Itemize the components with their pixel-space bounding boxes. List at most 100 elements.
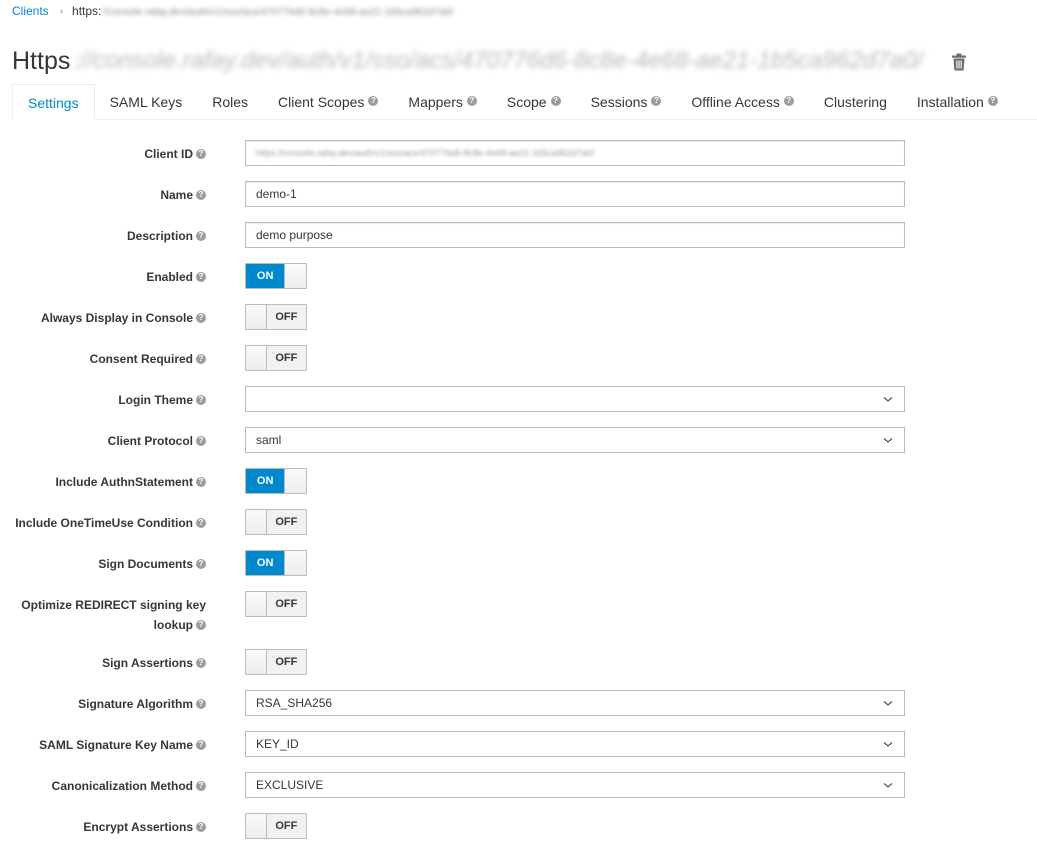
enabled-toggle[interactable]: ON xyxy=(245,263,307,289)
sign-assertions-label: Sign Assertions? xyxy=(0,649,206,672)
sign-assertions-toggle[interactable]: OFF xyxy=(245,649,307,675)
help-icon[interactable]: ? xyxy=(466,96,477,106)
canonicalization-label: Canonicalization Method? xyxy=(0,772,206,795)
help-icon[interactable]: ? xyxy=(783,96,794,106)
help-icon[interactable]: ? xyxy=(196,619,206,630)
saml-key-name-label: SAML Signature Key Name? xyxy=(0,731,206,754)
tab-client-scopes[interactable]: Client Scopes? xyxy=(263,84,393,120)
client-id-field[interactable]: https://console.rafay.dev/auth/v1/sso/ac… xyxy=(245,140,905,166)
form-row-canonicalization: Canonicalization Method? EXCLUSIVE xyxy=(0,772,1037,798)
tab-label: Roles xyxy=(212,94,249,110)
encrypt-assertions-toggle[interactable]: OFF xyxy=(245,813,307,839)
consent-required-label: Consent Required? xyxy=(0,345,206,368)
help-icon[interactable]: ? xyxy=(196,353,206,364)
form-row-encrypt-assertions: Encrypt Assertions? OFF xyxy=(0,813,1037,839)
breadcrumb-current: https://console.rafay.dev/auth/v1/sso/ac… xyxy=(72,4,454,18)
enabled-label: Enabled? xyxy=(0,263,206,286)
tab-installation[interactable]: Installation? xyxy=(902,84,1013,120)
toggle-handle xyxy=(285,264,306,288)
description-field[interactable]: demo purpose xyxy=(245,222,905,248)
form-row-name: Name? demo-1 xyxy=(0,181,1037,207)
saml-key-name-select[interactable]: KEY_ID xyxy=(245,731,905,757)
always-display-toggle[interactable]: OFF xyxy=(245,304,307,330)
label-text: Encrypt Assertions xyxy=(83,820,193,834)
label-text: Consent Required xyxy=(89,352,193,366)
include-onetimeuse-label: Include OneTimeUse Condition? xyxy=(0,509,206,532)
toggle-state: OFF xyxy=(266,592,306,616)
help-icon[interactable]: ? xyxy=(196,271,206,282)
help-icon[interactable]: ? xyxy=(368,96,379,106)
signature-algorithm-select[interactable]: RSA_SHA256 xyxy=(245,690,905,716)
label-text: Enabled xyxy=(146,270,193,284)
label-text: Description xyxy=(126,229,193,243)
login-theme-select[interactable] xyxy=(245,386,905,412)
tab-label: Offline Access xyxy=(691,94,780,110)
help-icon[interactable]: ? xyxy=(196,739,206,750)
client-protocol-select[interactable]: saml xyxy=(245,427,905,453)
select-value: KEY_ID xyxy=(256,737,299,751)
help-icon[interactable]: ? xyxy=(196,558,206,569)
breadcrumb-clients-link[interactable]: Clients xyxy=(12,4,49,18)
form-row-enabled: Enabled? ON xyxy=(0,263,1037,289)
label-text: Sign Documents xyxy=(98,557,193,571)
select-value: RSA_SHA256 xyxy=(256,696,333,710)
chevron-down-icon xyxy=(883,397,893,402)
tab-mappers[interactable]: Mappers? xyxy=(393,84,491,120)
client-id-label: Client ID? xyxy=(0,140,206,163)
toggle-state: OFF xyxy=(266,346,306,370)
tab-settings[interactable]: Settings xyxy=(12,84,95,121)
delete-client-button[interactable] xyxy=(951,53,967,71)
help-icon[interactable]: ? xyxy=(196,312,206,323)
consent-required-toggle[interactable]: OFF xyxy=(245,345,307,371)
help-icon[interactable]: ? xyxy=(196,821,206,832)
include-authn-label: Include AuthnStatement? xyxy=(0,468,206,491)
label-text: Canonicalization Method xyxy=(51,779,193,793)
optimize-redirect-toggle[interactable]: OFF xyxy=(245,591,307,617)
include-onetimeuse-toggle[interactable]: OFF xyxy=(245,509,307,535)
help-icon[interactable]: ? xyxy=(196,698,206,709)
tab-offline-access[interactable]: Offline Access? xyxy=(676,84,808,120)
help-icon[interactable]: ? xyxy=(196,780,206,791)
tab-label: Scope xyxy=(506,94,547,110)
form-row-always-display: Always Display in Console? OFF xyxy=(0,304,1037,330)
label-text: Sign Assertions xyxy=(102,656,193,670)
form-row-signature-algorithm: Signature Algorithm? RSA_SHA256 xyxy=(0,690,1037,716)
help-icon[interactable]: ? xyxy=(987,96,998,106)
sign-documents-label: Sign Documents? xyxy=(0,550,206,573)
help-icon[interactable]: ? xyxy=(651,96,662,106)
help-icon[interactable]: ? xyxy=(196,435,206,446)
help-icon[interactable]: ? xyxy=(196,657,206,668)
tab-roles[interactable]: Roles xyxy=(197,84,263,120)
tab-bar: Settings SAML Keys Roles Client Scopes? … xyxy=(12,84,1037,121)
tab-clustering[interactable]: Clustering xyxy=(809,84,902,120)
help-icon[interactable]: ? xyxy=(196,476,206,487)
tab-label: Mappers xyxy=(408,94,463,110)
signature-algorithm-label: Signature Algorithm? xyxy=(0,690,206,713)
help-icon[interactable]: ? xyxy=(196,148,206,159)
tab-label: Settings xyxy=(28,94,79,111)
breadcrumb-current-obscured: //console.rafay.dev/auth/v1/sso/acs/4707… xyxy=(102,7,454,18)
tab-label: Clustering xyxy=(823,94,887,110)
toggle-handle xyxy=(246,305,267,329)
tab-label: Client Scopes xyxy=(278,94,365,110)
sign-documents-toggle[interactable]: ON xyxy=(245,550,307,576)
help-icon[interactable]: ? xyxy=(196,394,206,405)
description-value: demo purpose xyxy=(256,228,333,242)
always-display-label: Always Display in Console? xyxy=(0,304,206,327)
breadcrumb-current-prefix: https: xyxy=(72,4,102,18)
help-icon[interactable]: ? xyxy=(196,230,206,241)
tab-saml-keys[interactable]: SAML Keys xyxy=(95,84,198,120)
canonicalization-select[interactable]: EXCLUSIVE xyxy=(245,772,905,798)
include-authn-toggle[interactable]: ON xyxy=(245,468,307,494)
help-icon[interactable]: ? xyxy=(196,517,206,528)
tab-label: SAML Keys xyxy=(109,94,183,110)
page-title-prefix: Https xyxy=(12,46,71,75)
help-icon[interactable]: ? xyxy=(196,189,206,200)
tab-scope[interactable]: Scope? xyxy=(492,84,576,120)
name-field[interactable]: demo-1 xyxy=(245,181,905,207)
tab-sessions[interactable]: Sessions? xyxy=(576,84,677,120)
form-row-description: Description? demo purpose xyxy=(0,222,1037,248)
help-icon[interactable]: ? xyxy=(550,96,561,106)
breadcrumb: Clients › https://console.rafay.dev/auth… xyxy=(12,3,454,19)
form-row-client-protocol: Client Protocol? saml xyxy=(0,427,1037,453)
